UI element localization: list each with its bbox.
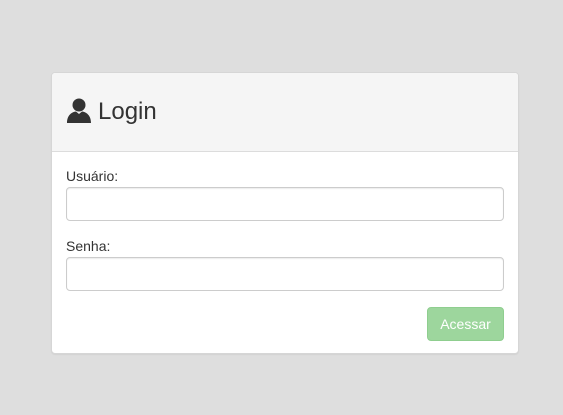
panel-body: Usuário: Senha: Acessar	[52, 152, 518, 341]
login-form: Usuário: Senha: Acessar	[66, 168, 504, 341]
username-group: Usuário:	[66, 168, 504, 221]
password-label: Senha:	[66, 238, 111, 254]
password-group: Senha:	[66, 238, 504, 291]
submit-button[interactable]: Acessar	[427, 307, 504, 341]
panel-title: Login	[98, 98, 157, 125]
panel-heading: Login	[52, 73, 518, 152]
username-label: Usuário:	[66, 168, 119, 184]
user-icon	[66, 97, 92, 123]
username-input[interactable]	[66, 187, 504, 221]
login-panel: Login Usuário: Senha: Acessar	[51, 72, 519, 354]
form-actions: Acessar	[66, 307, 504, 341]
password-input[interactable]	[66, 257, 504, 291]
